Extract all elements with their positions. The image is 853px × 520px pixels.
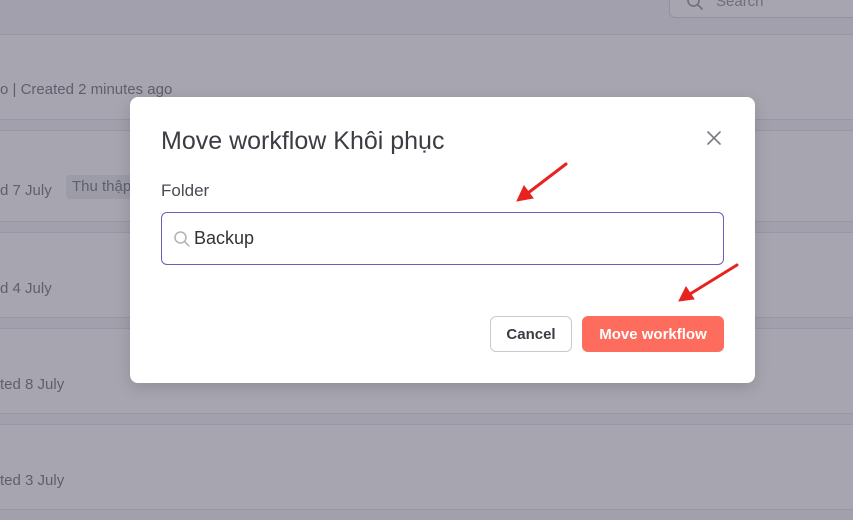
move-workflow-button[interactable]: Move workflow (582, 316, 724, 352)
cancel-button[interactable]: Cancel (490, 316, 572, 352)
move-workflow-dialog: Move workflow Khôi phục Folder Cancel Mo… (130, 97, 755, 383)
folder-label: Folder (161, 181, 210, 200)
search-icon (174, 231, 190, 247)
folder-input[interactable] (194, 213, 714, 264)
dialog-title: Move workflow Khôi phục (161, 127, 445, 155)
folder-select[interactable] (161, 212, 724, 265)
close-icon (707, 131, 721, 145)
close-button[interactable] (704, 128, 724, 148)
